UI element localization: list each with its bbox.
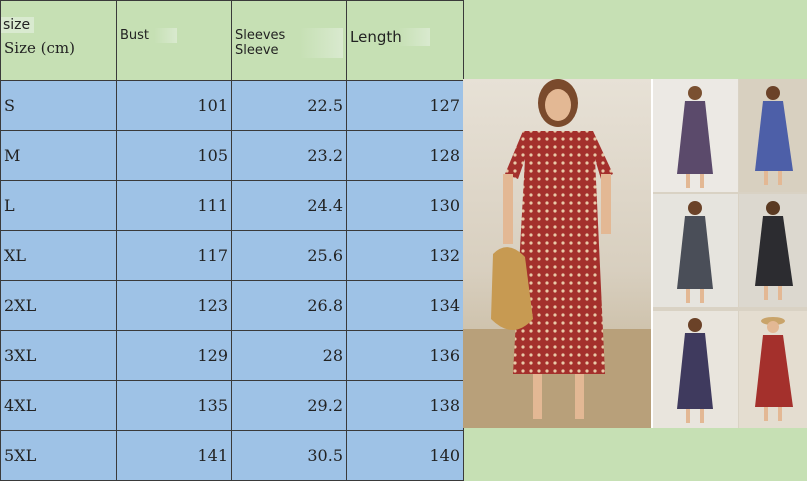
- product-photo-gray-dress: [653, 194, 738, 307]
- cell-length: 138: [346, 380, 464, 431]
- cell-sleeve: 24.4: [231, 180, 347, 231]
- size-table: size Size (cm) Bust Sleeves Sleeve Lengt…: [0, 0, 464, 481]
- cell-sleeve: 26.8: [231, 280, 347, 331]
- product-photo-red-dress-hat: [739, 311, 807, 428]
- product-photo-blue-dress: [739, 79, 807, 192]
- cell-bust: 117: [116, 230, 232, 281]
- table-row: XL 117 25.6 132: [0, 230, 464, 281]
- cell-length: 140: [346, 430, 464, 481]
- product-photo-purple-dress: [653, 79, 738, 192]
- cell-size: 3XL: [0, 330, 117, 381]
- cell-length: 127: [346, 80, 464, 131]
- cell-length: 128: [346, 130, 464, 181]
- table-row: M 105 23.2 128: [0, 130, 464, 181]
- header-size-unit: Size (cm): [4, 39, 75, 57]
- header-sleeves: Sleeves Sleeve: [231, 0, 347, 81]
- cell-sleeve: 28: [231, 330, 347, 381]
- cell-length: 136: [346, 330, 464, 381]
- cell-sleeve: 30.5: [231, 430, 347, 481]
- cell-size: 5XL: [0, 430, 117, 481]
- header-length: Length: [346, 0, 464, 81]
- cell-bust: 123: [116, 280, 232, 331]
- cell-bust: 101: [116, 80, 232, 131]
- cell-size: M: [0, 130, 117, 181]
- table-row: 4XL 135 29.2 138: [0, 380, 464, 431]
- header-sleeves-label: Sleeves Sleeve: [235, 28, 343, 58]
- table-row: S 101 22.5 127: [0, 80, 464, 131]
- table-header-row: size Size (cm) Bust Sleeves Sleeve Lengt…: [0, 0, 464, 81]
- header-size-label: size: [1, 17, 35, 33]
- table-row: 2XL 123 26.8 134: [0, 280, 464, 331]
- size-chart: size Size (cm) Bust Sleeves Sleeve Lengt…: [0, 0, 464, 481]
- header-size: size Size (cm): [0, 0, 117, 81]
- cell-bust: 111: [116, 180, 232, 231]
- cell-sleeve: 25.6: [231, 230, 347, 281]
- cell-size: S: [0, 80, 117, 131]
- cell-length: 130: [346, 180, 464, 231]
- table-row: 3XL 129 28 136: [0, 330, 464, 381]
- cell-size: XL: [0, 230, 117, 281]
- header-bust-label: Bust: [120, 28, 178, 43]
- cell-sleeve: 23.2: [231, 130, 347, 181]
- cell-bust: 105: [116, 130, 232, 181]
- product-photo-black-dress: [739, 194, 807, 307]
- table-row: 5XL 141 30.5 140: [0, 430, 464, 481]
- cell-size: L: [0, 180, 117, 231]
- product-photo-navy-dress: [653, 311, 738, 428]
- header-length-label: Length: [350, 28, 430, 46]
- header-bust: Bust: [116, 0, 232, 81]
- red-dress-model-image: [463, 79, 653, 428]
- cell-length: 132: [346, 230, 464, 281]
- cell-bust: 141: [116, 430, 232, 481]
- cell-size: 4XL: [0, 380, 117, 431]
- product-photo-main: [463, 79, 653, 428]
- table-row: L 111 24.4 130: [0, 180, 464, 231]
- cell-bust: 135: [116, 380, 232, 431]
- product-photo-collage: [463, 79, 807, 428]
- cell-size: 2XL: [0, 280, 117, 331]
- cell-sleeve: 22.5: [231, 80, 347, 131]
- cell-length: 134: [346, 280, 464, 331]
- cell-sleeve: 29.2: [231, 380, 347, 431]
- cell-bust: 129: [116, 330, 232, 381]
